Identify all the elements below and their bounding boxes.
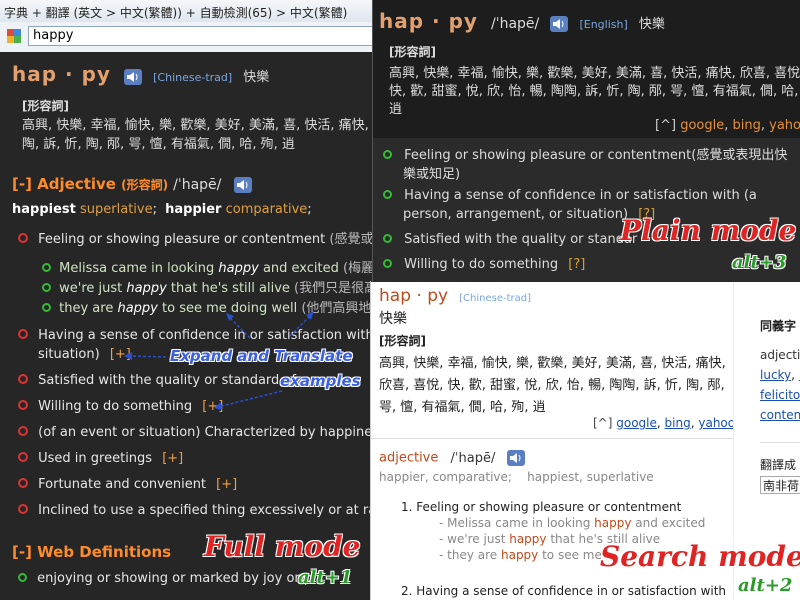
plain-mode-shortcut: alt+3 (732, 252, 787, 273)
full-mode-label: Full mode (204, 530, 361, 563)
annotation-arrows (124, 311, 314, 410)
plain-mode-label: Plain mode (620, 214, 797, 247)
arrow (127, 355, 167, 358)
arrowhead (124, 352, 132, 360)
search-mode-label: Search mode (600, 540, 800, 573)
search-mode-shortcut: alt+2 (738, 575, 793, 596)
expand-translate-note: Expand and Translate (170, 347, 353, 365)
examples-note: examples (280, 372, 361, 390)
arrow (217, 390, 283, 408)
arrowhead (306, 311, 314, 320)
arrowhead (214, 402, 222, 410)
full-mode-shortcut: alt+1 (298, 567, 353, 588)
arrow (227, 315, 251, 339)
